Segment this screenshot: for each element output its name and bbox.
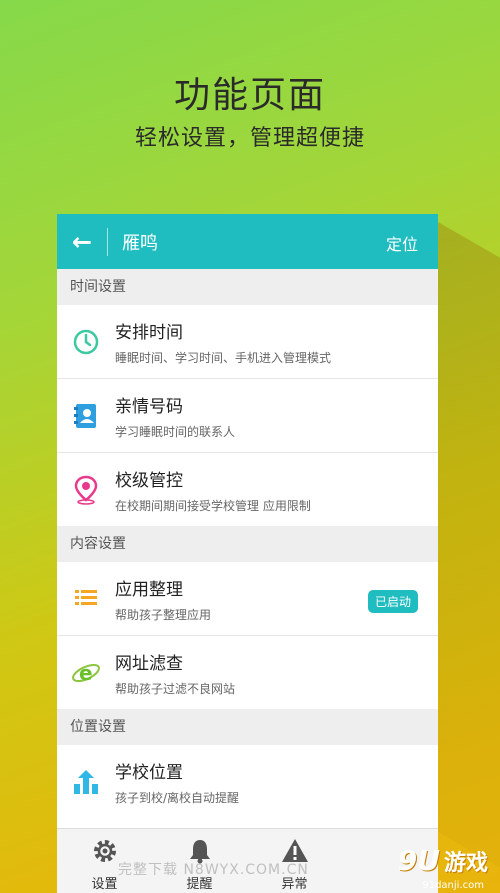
ie-browser-icon: e [57, 658, 115, 688]
arrow-left-icon[interactable]: ← [57, 214, 107, 269]
list-item-app-organize[interactable]: 应用整理 帮助孩子整理应用 已启动 [57, 562, 438, 636]
contacts-icon [57, 402, 115, 430]
locate-button[interactable]: 定位 [386, 231, 418, 255]
item-title: 安排时间 [115, 322, 183, 343]
section-header-location: 位置设置 [57, 709, 438, 745]
appbar-divider [107, 227, 108, 256]
promo-subtitle: 轻松设置，管理超便捷 [134, 126, 365, 151]
nav-label: 设置 [91, 877, 118, 892]
location-pin-icon [57, 475, 115, 505]
page-title: 雁鸣 [122, 232, 158, 254]
watermark-logo-text: 游戏 [443, 850, 488, 876]
list-icon [57, 588, 115, 610]
list-item-family-numbers[interactable]: 亲情号码 学习睡眠时间的联系人 [57, 379, 438, 453]
section-header-content: 内容设置 [57, 526, 438, 562]
phone-screen: ← 雁鸣 定位 时间设置 安排时间 睡眠时间、学习时间、手机进入管理模式 亲情号… [57, 214, 438, 893]
app-bar: ← 雁鸣 定位 [57, 214, 438, 269]
item-desc: 帮助孩子整理应用 [115, 607, 212, 622]
watermark-logo: 9U 游戏 [398, 844, 488, 877]
watermark-url: 91danji.com [422, 880, 484, 891]
list-item-school-control[interactable]: 校级管控 在校期间期间接受学校管理 应用限制 [57, 453, 438, 526]
item-title: 亲情号码 [115, 396, 183, 417]
promo-title: 功能页面 [173, 75, 326, 116]
item-desc: 孩子到校/离校自动提醒 [115, 790, 240, 805]
item-title: 应用整理 [115, 579, 183, 600]
status-badge: 已启动 [367, 590, 418, 613]
phone-shadow [438, 222, 500, 868]
item-title: 学校位置 [115, 762, 183, 783]
list-item-school-location[interactable]: 学校位置 孩子到校/离校自动提醒 [57, 745, 438, 818]
section-header-time: 时间设置 [57, 269, 438, 305]
item-title: 校级管控 [115, 470, 183, 491]
school-icon [57, 768, 115, 796]
clock-icon [57, 328, 115, 356]
list-item-url-filter[interactable]: e 网址滤查 帮助孩子过滤不良网站 [57, 636, 438, 709]
item-desc: 学习睡眠时间的联系人 [115, 424, 236, 439]
svg-text:e: e [79, 661, 93, 685]
item-desc: 在校期间期间接受学校管理 应用限制 [115, 498, 311, 513]
item-desc: 帮助孩子过滤不良网站 [115, 681, 236, 696]
item-desc: 睡眠时间、学习时间、手机进入管理模式 [115, 350, 332, 365]
list-item-schedule-time[interactable]: 安排时间 睡眠时间、学习时间、手机进入管理模式 [57, 305, 438, 379]
gear-icon [91, 837, 119, 869]
watermark-text: 完整下载 N8WYX.COM.CN [118, 862, 309, 878]
item-title: 网址滤查 [115, 653, 183, 674]
watermark-logo-num: 9U [397, 844, 440, 877]
